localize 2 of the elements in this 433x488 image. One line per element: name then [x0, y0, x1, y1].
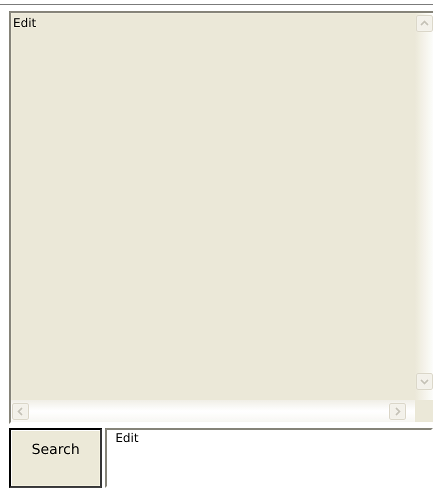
search-button[interactable]: Search: [9, 428, 102, 488]
search-field[interactable]: Edit: [105, 428, 433, 488]
